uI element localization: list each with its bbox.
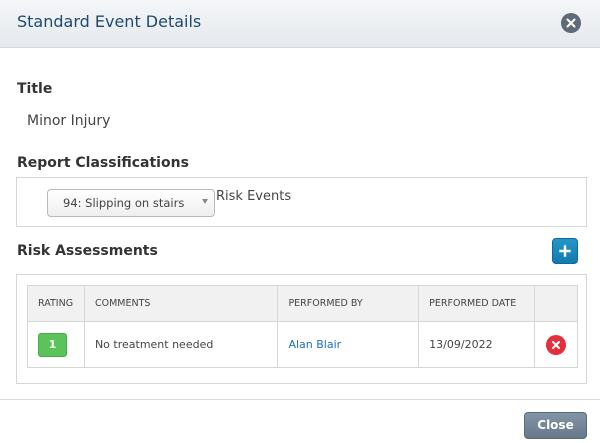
performed-by-cell: Alan Blair <box>277 321 420 368</box>
rating-cell: 1 <box>27 321 85 368</box>
performed-by-link[interactable]: Alan Blair <box>288 338 341 351</box>
table-header-row: RATING COMMENTS PERFORMED BY PERFORMED D… <box>27 285 578 322</box>
classification-select[interactable]: 94: Slipping on stairs <box>47 189 215 217</box>
plus-icon <box>559 245 571 257</box>
classification-select-value: 94: Slipping on stairs <box>63 196 185 210</box>
actions-cell <box>534 321 578 368</box>
comments-cell: No treatment needed <box>83 321 279 368</box>
report-classifications-box: 94: Slipping on stairs Risk Events <box>16 177 587 227</box>
column-header-comments: COMMENTS <box>83 285 279 322</box>
table-row: 1 No treatment needed Alan Blair 13/09/2… <box>27 321 578 368</box>
performed-date-cell: 13/09/2022 <box>418 321 535 368</box>
report-classifications-label: Report Classifications <box>17 155 189 171</box>
column-header-rating: RATING <box>27 285 85 322</box>
close-icon <box>566 18 576 28</box>
risk-assessments-panel: RATING COMMENTS PERFORMED BY PERFORMED D… <box>16 274 587 384</box>
column-header-performed-date: PERFORMED DATE <box>418 285 535 322</box>
risk-assessments-label: Risk Assessments <box>17 243 158 259</box>
rating-badge: 1 <box>38 332 67 357</box>
risk-assessments-table: RATING COMMENTS PERFORMED BY PERFORMED D… <box>27 285 578 368</box>
close-button[interactable]: Close <box>524 412 587 439</box>
delete-icon <box>552 340 560 349</box>
dialog-footer <box>0 399 600 443</box>
dialog-title: Standard Event Details <box>17 12 202 31</box>
classification-category: Risk Events <box>216 189 292 204</box>
title-label: Title <box>17 81 53 97</box>
dialog-header: Standard Event Details <box>0 0 600 48</box>
standard-event-dialog: Standard Event Details Title Minor Injur… <box>0 0 600 443</box>
column-header-performed-by: PERFORMED BY <box>277 285 420 322</box>
add-risk-assessment-button[interactable] <box>552 238 578 264</box>
close-dialog-button[interactable] <box>561 13 581 33</box>
dropdown-arrow-icon <box>202 199 208 204</box>
column-header-actions <box>534 285 578 322</box>
title-value: Minor Injury <box>27 113 111 129</box>
delete-row-button[interactable] <box>546 334 566 355</box>
